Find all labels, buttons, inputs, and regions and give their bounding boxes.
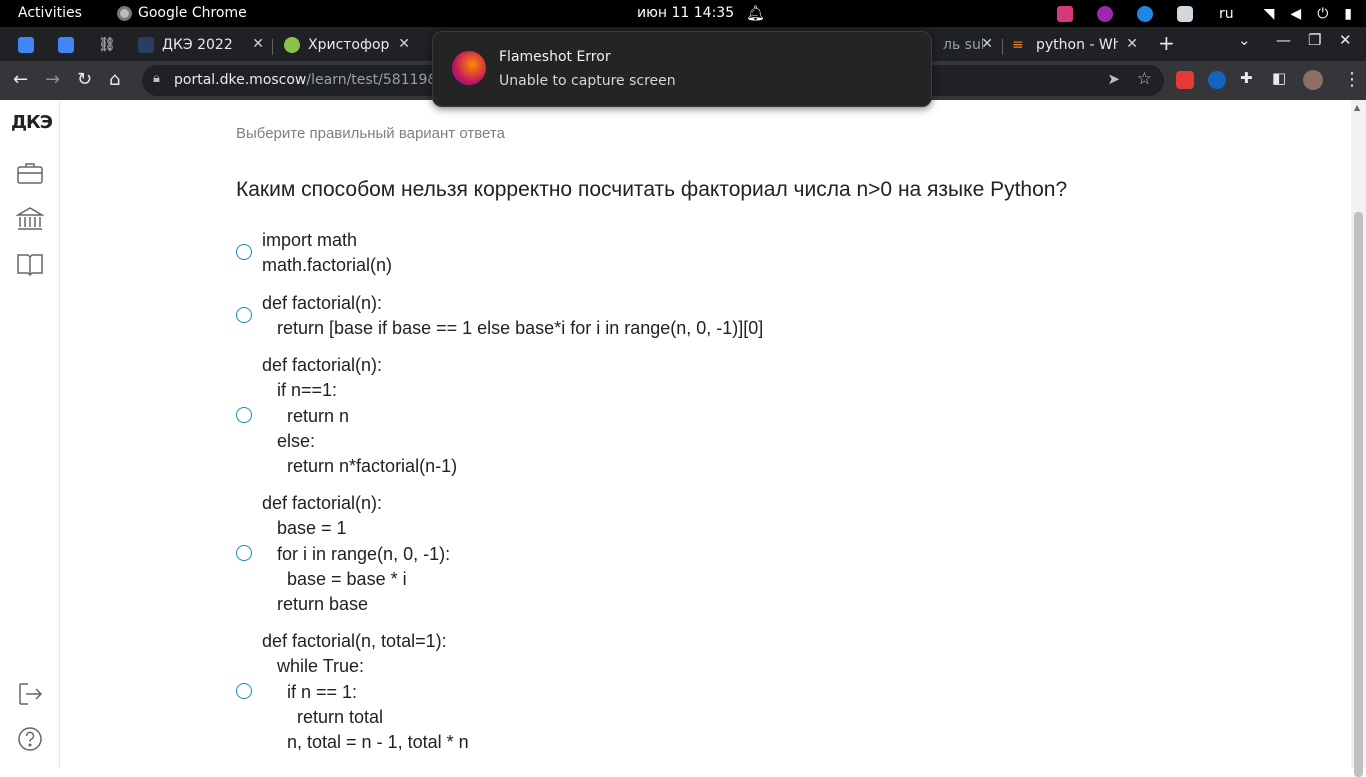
system-tray: ru ◥ ◀︎ ⏻ ▮	[1045, 0, 1366, 27]
tab-docs-2[interactable]	[50, 31, 86, 59]
book-icon[interactable]	[16, 251, 44, 277]
left-sidebar: ДКЭ	[0, 100, 60, 768]
vpn-tray-icon[interactable]	[1137, 5, 1153, 22]
system-top-bar: Activities Google Chrome июн 11 14:35 🔔︎…	[0, 0, 1366, 27]
answer-hint: Выберите правильный вариант ответа	[236, 125, 505, 142]
clock[interactable]: июн 11 14:35	[637, 5, 734, 21]
scrollbar-thumb[interactable]	[1354, 212, 1363, 777]
flameshot-tray-icon[interactable]	[1097, 5, 1113, 22]
app-name: Google Chrome	[138, 5, 247, 21]
minimize-button[interactable]: —	[1276, 31, 1291, 49]
power-icon[interactable]: ⏻	[1317, 6, 1328, 22]
tab-link[interactable]: ⛓	[90, 31, 126, 59]
reload-button[interactable]: ↻	[77, 69, 92, 90]
radio-button[interactable]	[236, 307, 252, 323]
radio-button[interactable]	[236, 244, 252, 260]
back-button[interactable]: ←	[13, 69, 28, 90]
maximize-button[interactable]: ❐	[1308, 31, 1321, 49]
briefcase-icon[interactable]	[16, 160, 44, 186]
extension-infinity-icon[interactable]	[1208, 71, 1226, 89]
lock-icon[interactable]: 🔒︎	[153, 71, 160, 86]
tab-dke[interactable]: ДКЭ 2022 ✕	[130, 31, 270, 59]
tab-title: ль sub	[943, 37, 983, 53]
new-tab-button[interactable]: +	[1158, 31, 1175, 55]
radio-button[interactable]	[236, 545, 252, 561]
tab-docs-1[interactable]	[10, 31, 46, 59]
side-panel-icon[interactable]: ◧	[1272, 69, 1286, 87]
scroll-up-arrow[interactable]: ▲	[1354, 103, 1360, 112]
tab-title: python - Wh	[1036, 37, 1118, 53]
extensions-puzzle-icon[interactable]: ✚	[1240, 69, 1253, 87]
close-icon[interactable]: ✕	[398, 36, 410, 52]
stackoverflow-icon: ≡	[1012, 37, 1024, 53]
institution-icon[interactable]	[15, 206, 45, 232]
dke-logo[interactable]: ДКЭ	[11, 112, 53, 133]
page-scrollbar[interactable]: ▲	[1351, 100, 1366, 777]
activities-button[interactable]: Activities	[18, 5, 82, 21]
tab-title: Христофор	[308, 37, 390, 53]
tab-title: ДКЭ 2022	[162, 37, 233, 53]
tab-stackoverflow[interactable]: ≡ python - Wh ✕	[1004, 31, 1144, 59]
radio-button[interactable]	[236, 407, 252, 423]
option-code: def factorial(n): base = 1 for i in rang…	[262, 493, 451, 615]
send-tab-icon[interactable]: ➤	[1107, 70, 1120, 88]
logout-icon[interactable]	[16, 681, 44, 707]
url-text[interactable]: portal.dke.moscow/learn/test/58119&exe	[174, 72, 434, 88]
notification-message: Unable to capture screen	[499, 73, 676, 89]
close-icon[interactable]: ✕	[1126, 36, 1138, 52]
home-button[interactable]: ⌂	[109, 69, 120, 90]
help-icon[interactable]	[16, 726, 44, 752]
docs-icon	[58, 37, 74, 53]
app-menu[interactable]: Google Chrome	[117, 5, 247, 21]
close-icon[interactable]: ✕	[981, 36, 993, 52]
chrome-icon	[117, 5, 132, 21]
discord-icon[interactable]	[1177, 5, 1193, 22]
tray-app-icon[interactable]	[1057, 5, 1073, 22]
option-code: def factorial(n): if n==1: return n else…	[262, 355, 458, 477]
close-icon[interactable]: ✕	[252, 36, 264, 52]
docs-icon	[18, 37, 34, 53]
tab-hristofor[interactable]: Христофор ✕	[276, 31, 416, 59]
forward-button[interactable]: →	[45, 69, 60, 90]
option-code: def factorial(n, total=1): while True: i…	[262, 631, 469, 753]
bookmark-star-icon[interactable]: ☆	[1137, 69, 1152, 89]
bell-icon[interactable]: 🔔︎	[746, 4, 765, 22]
wifi-icon[interactable]: ◥	[1264, 6, 1275, 22]
battery-icon[interactable]: ▮	[1344, 6, 1352, 22]
flameshot-icon	[452, 51, 486, 85]
volume-icon[interactable]: ◀︎	[1290, 6, 1301, 22]
tab-partial[interactable]: ль sub ✕	[935, 31, 999, 59]
tab-search-icon[interactable]: ⌄	[1238, 31, 1251, 49]
notification-title: Flameshot Error	[499, 49, 611, 65]
question-text: Каким способом нельзя корректно посчитат…	[236, 178, 1068, 201]
dke-favicon	[138, 37, 154, 53]
language-indicator[interactable]: ru	[1219, 6, 1234, 22]
extension-mail-icon[interactable]	[1176, 71, 1194, 89]
close-window-button[interactable]: ✕	[1339, 31, 1352, 49]
link-icon: ⛓	[98, 37, 116, 53]
notification-popup[interactable]: Flameshot Error Unable to capture screen	[432, 31, 932, 107]
chrome-menu-icon[interactable]: ⋮	[1343, 69, 1361, 90]
page-content: ДКЭ Выберите правильный вариант ответа К…	[0, 100, 1366, 777]
option-code: import math math.factorial(n)	[262, 230, 393, 276]
green-circle-icon	[284, 37, 300, 53]
radio-button[interactable]	[236, 683, 252, 699]
option-code: def factorial(n): return [base if base =…	[262, 293, 764, 339]
profile-avatar[interactable]	[1303, 70, 1323, 90]
